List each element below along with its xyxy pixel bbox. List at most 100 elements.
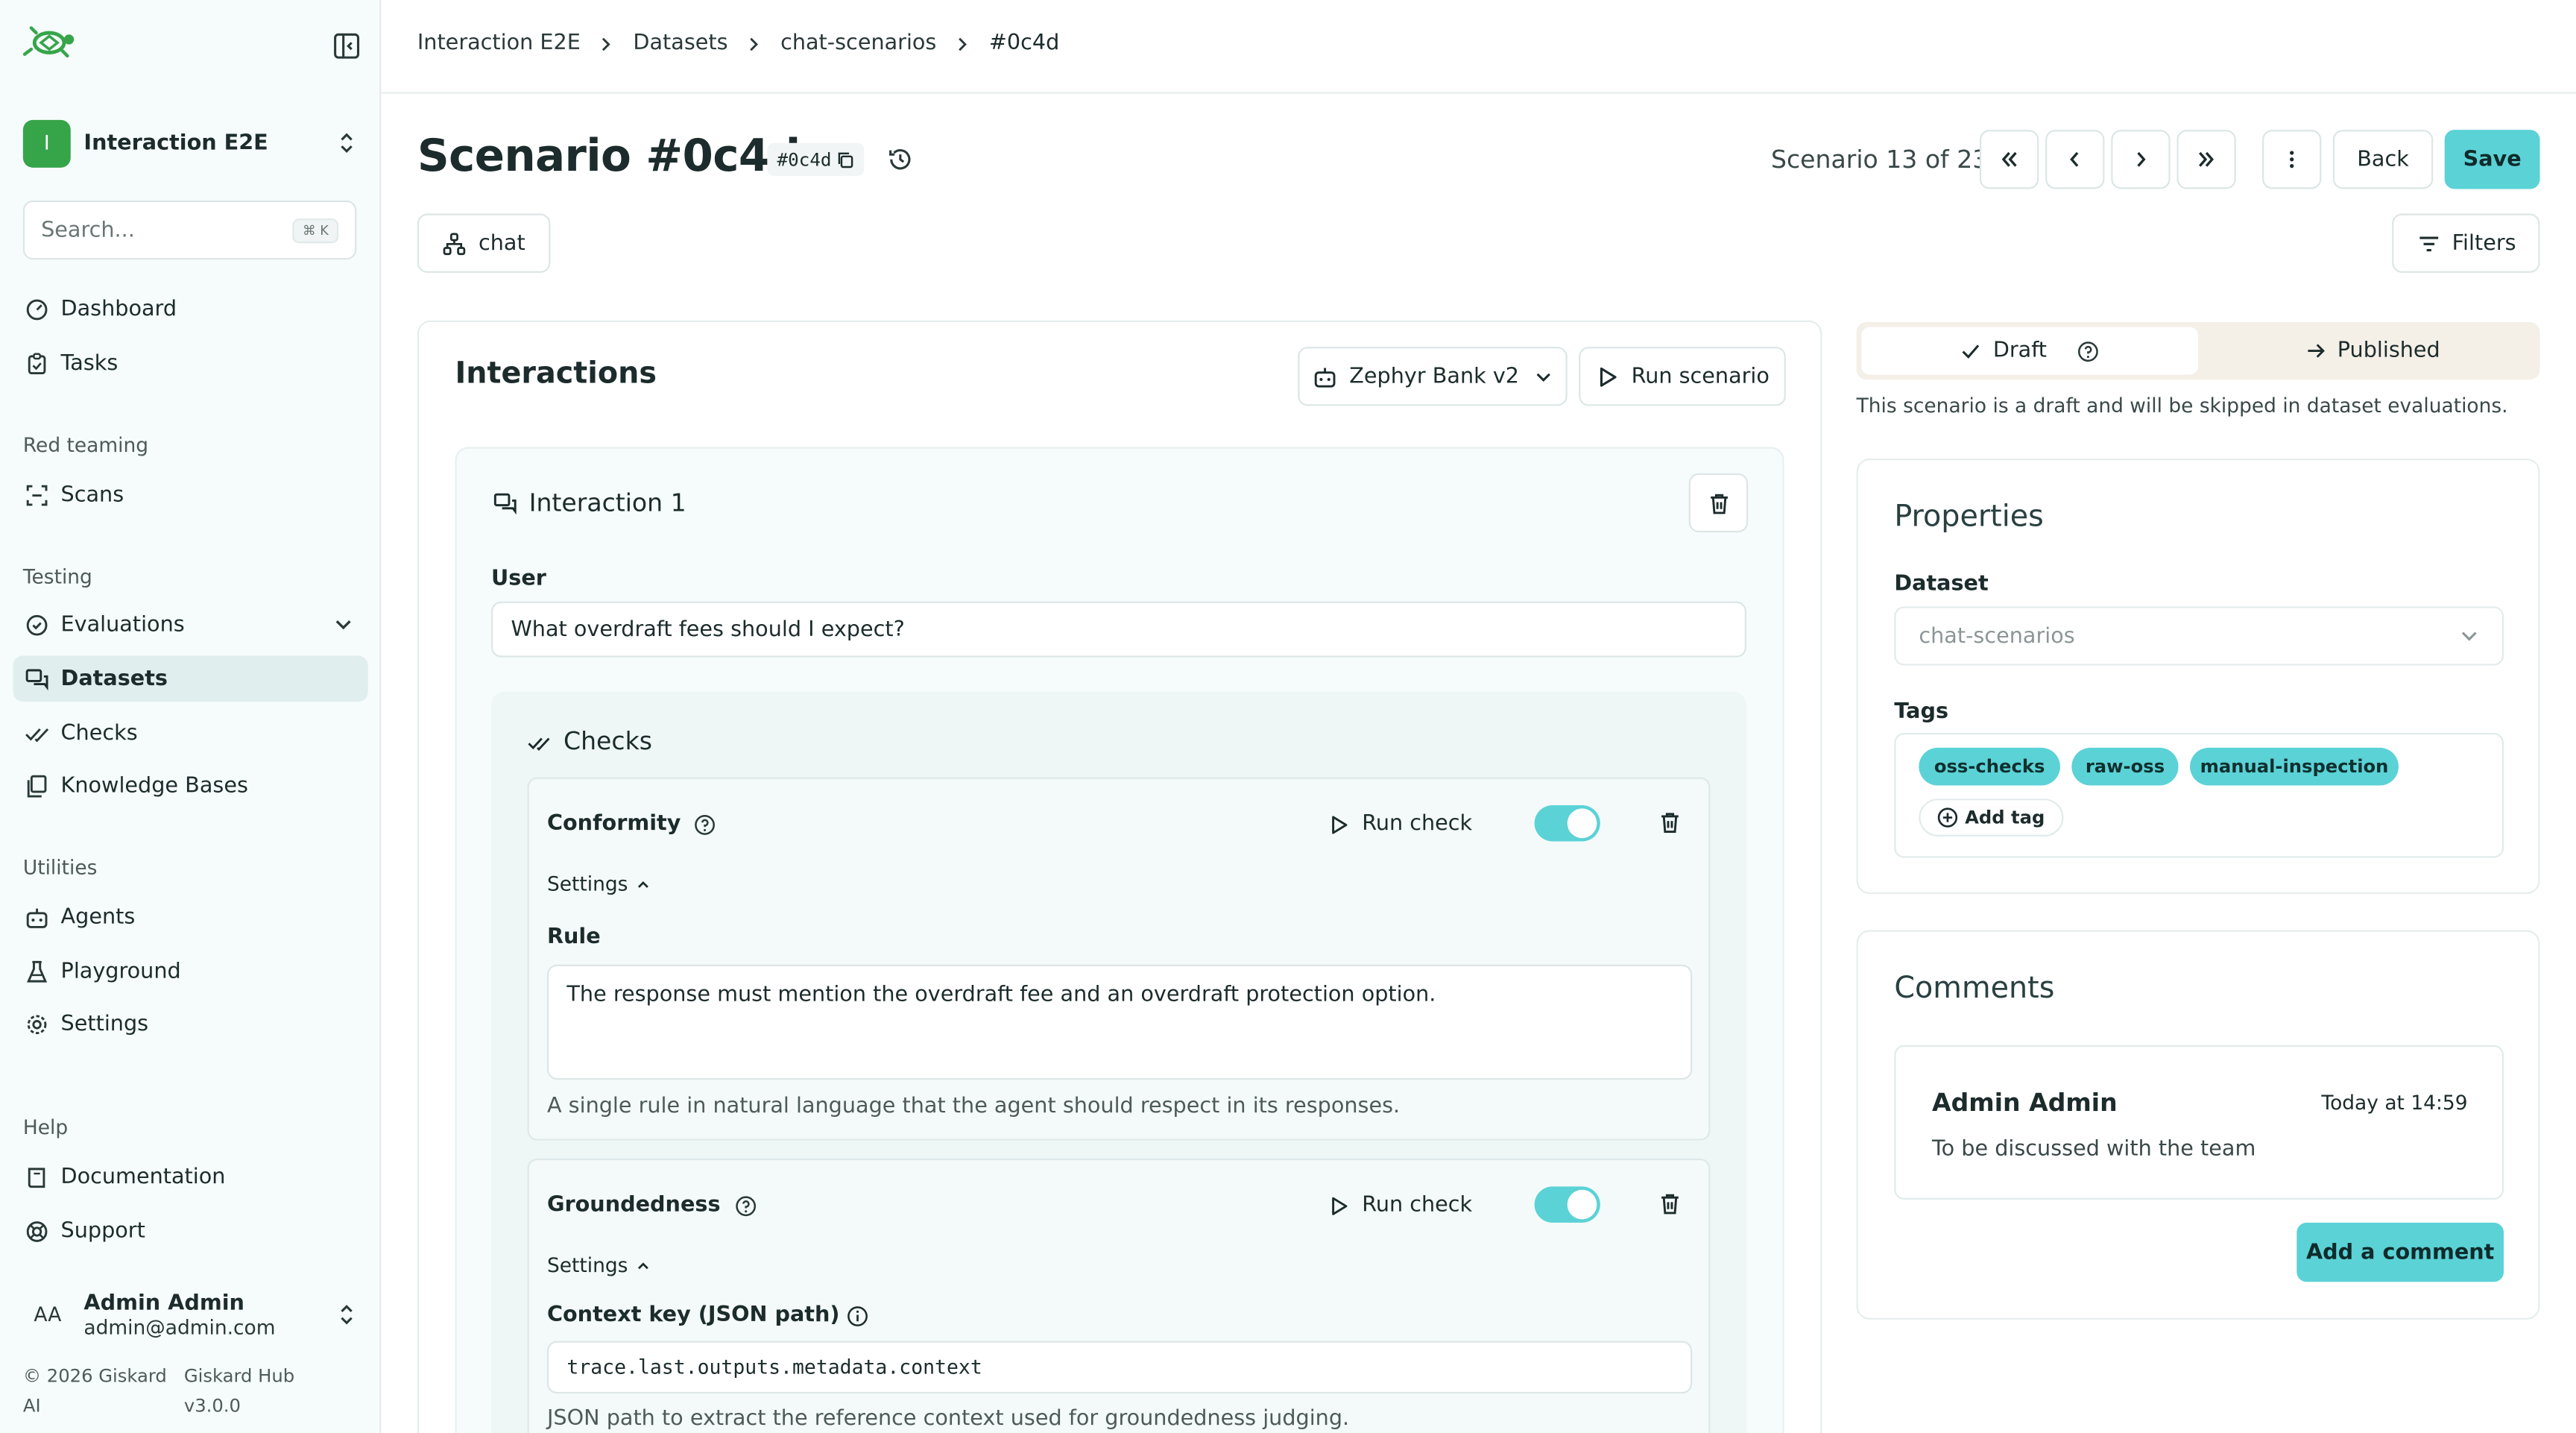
- sidebar: I Interaction E2E Search... ⌘ K Dashboar…: [0, 0, 382, 1433]
- status-published-tab[interactable]: Published: [2198, 327, 2535, 375]
- chevrons-left-icon: [2001, 151, 2017, 167]
- search-input[interactable]: Search... ⌘ K: [22, 200, 357, 260]
- save-button[interactable]: Save: [2444, 130, 2540, 189]
- checks-title: Checks: [564, 726, 652, 756]
- tag-chip[interactable]: oss-checks: [1919, 747, 2060, 786]
- sidebar-item-dashboard[interactable]: Dashboard: [13, 286, 368, 333]
- breadcrumb-item-current: #0c4d: [988, 31, 1060, 56]
- settings-toggle[interactable]: Settings: [547, 872, 651, 895]
- run-check-label: Run check: [1362, 1193, 1473, 1218]
- sidebar-item-evaluations[interactable]: Evaluations: [13, 602, 368, 648]
- status-draft-tab[interactable]: Draft: [1861, 327, 2199, 375]
- user-menu[interactable]: AA Admin Admin admin@admin.com: [23, 1282, 359, 1347]
- sidebar-item-label: Playground: [60, 959, 181, 984]
- last-scenario-button[interactable]: [2176, 130, 2236, 189]
- dataset-select-value: chat-scenarios: [1919, 623, 2075, 649]
- plus-circle-icon: [1937, 807, 1958, 828]
- robot-icon: [1315, 367, 1336, 387]
- nav-section-help: Help: [22, 1115, 69, 1139]
- back-button[interactable]: Back: [2332, 130, 2434, 189]
- comment-time: Today at 14:59: [2321, 1091, 2468, 1115]
- trash-icon[interactable]: [1658, 810, 1682, 835]
- org-name: Interaction E2E: [83, 130, 268, 156]
- breadcrumb: Interaction E2E Datasets chat-scenarios …: [417, 31, 1059, 56]
- history-icon[interactable]: [887, 146, 913, 172]
- run-scenario-button[interactable]: Run scenario: [1579, 347, 1786, 406]
- giskard-turtle-logo-icon[interactable]: [22, 26, 76, 59]
- interaction-title: Interaction 1: [528, 488, 686, 518]
- user-label: User: [491, 567, 546, 592]
- chevron-right-icon: [2137, 151, 2146, 167]
- breadcrumb-item-datasets[interactable]: Datasets: [633, 31, 727, 56]
- run-check-button[interactable]: Run check: [1328, 812, 1472, 837]
- sidebar-collapse-icon[interactable]: [332, 31, 362, 61]
- check-enabled-toggle[interactable]: [1534, 1186, 1600, 1223]
- scenario-counter: Scenario 13 of 23: [1771, 144, 1989, 174]
- double-check-icon: [528, 737, 550, 752]
- filter-lines-icon: [2419, 236, 2438, 251]
- breadcrumb-item-project[interactable]: Interaction E2E: [417, 31, 581, 56]
- tag-chip[interactable]: raw-oss: [2071, 747, 2179, 786]
- comment-text: To be discussed with the team: [1932, 1137, 2256, 1162]
- delete-interaction-button[interactable]: [1688, 473, 1749, 533]
- add-tag-button[interactable]: Add tag: [1919, 799, 2063, 837]
- previous-scenario-button[interactable]: [2045, 130, 2105, 189]
- rule-textarea[interactable]: The response must mention the overdraft …: [546, 964, 1693, 1080]
- circle-check-icon: [26, 614, 48, 635]
- scenario-id-badge[interactable]: #0c4d: [767, 142, 865, 176]
- check-enabled-toggle[interactable]: [1534, 805, 1600, 842]
- settings-toggle[interactable]: Settings: [547, 1254, 651, 1277]
- interactions-title: Interactions: [455, 356, 657, 391]
- sidebar-item-label: Datasets: [60, 666, 168, 691]
- sidebar-item-knowledge-bases[interactable]: Knowledge Bases: [13, 763, 368, 809]
- sidebar-item-playground[interactable]: Playground: [13, 948, 368, 995]
- check-name-row: Conformity: [547, 812, 717, 837]
- sidebar-item-label: Tasks: [60, 350, 119, 376]
- status-draft-label: Draft: [1992, 338, 2048, 364]
- first-scenario-button[interactable]: [1979, 130, 2039, 189]
- context-key-label-row: Context key (JSON path): [547, 1303, 869, 1328]
- sidebar-item-scans[interactable]: Scans: [13, 472, 368, 518]
- more-options-button[interactable]: [2262, 130, 2322, 189]
- network-icon: [443, 232, 466, 254]
- user-message-input[interactable]: What overdraft fees should I expect?: [491, 601, 1746, 658]
- trash-icon[interactable]: [1658, 1191, 1682, 1216]
- info-circle-icon[interactable]: [846, 1304, 869, 1327]
- sidebar-item-tasks[interactable]: Tasks: [13, 340, 368, 386]
- sidebar-item-agents[interactable]: Agents: [13, 894, 368, 940]
- trash-icon: [1710, 493, 1727, 514]
- sidebar-item-documentation[interactable]: Documentation: [13, 1153, 368, 1200]
- add-comment-button[interactable]: Add a comment: [2296, 1222, 2504, 1282]
- filters-button[interactable]: Filters: [2392, 213, 2540, 273]
- sidebar-item-checks[interactable]: Checks: [13, 710, 368, 756]
- run-check-button[interactable]: Run check: [1328, 1193, 1472, 1218]
- help-circle-icon[interactable]: [694, 813, 717, 836]
- help-circle-icon[interactable]: [733, 1194, 757, 1217]
- tag-chip[interactable]: manual-inspection: [2190, 747, 2399, 786]
- sidebar-item-datasets[interactable]: Datasets: [13, 655, 368, 702]
- next-scenario-button[interactable]: [2111, 130, 2171, 189]
- chat-bubbles-icon: [493, 493, 517, 515]
- search-shortcut: ⌘ K: [292, 218, 339, 243]
- sidebar-item-settings[interactable]: Settings: [13, 1001, 368, 1047]
- double-check-icon: [25, 727, 49, 742]
- chat-tag-button[interactable]: chat: [417, 213, 551, 273]
- sidebar-item-support[interactable]: Support: [13, 1208, 368, 1254]
- user-info: Admin Admin admin@admin.com: [83, 1291, 335, 1338]
- agent-select[interactable]: Zephyr Bank v2: [1298, 347, 1568, 406]
- help-circle-icon[interactable]: [2077, 339, 2100, 362]
- run-check-label: Run check: [1362, 811, 1473, 837]
- clipboard-check-icon: [28, 352, 46, 374]
- chevrons-right-icon: [2199, 151, 2214, 167]
- context-helper-text: JSON path to extract the reference conte…: [546, 1406, 1350, 1432]
- breadcrumb-item-dataset[interactable]: chat-scenarios: [780, 31, 936, 56]
- flask-icon: [27, 960, 48, 982]
- book-icon: [28, 1167, 45, 1187]
- org-switcher[interactable]: I Interaction E2E: [22, 119, 359, 168]
- context-key-input[interactable]: trace.last.outputs.metadata.context: [546, 1341, 1693, 1394]
- agent-select-value: Zephyr Bank v2: [1349, 364, 1520, 389]
- check-name: Conformity: [546, 811, 681, 837]
- context-key-label: Context key (JSON path): [546, 1303, 840, 1328]
- dataset-select[interactable]: chat-scenarios: [1894, 606, 2504, 666]
- user-name: Admin Admin: [83, 1291, 244, 1316]
